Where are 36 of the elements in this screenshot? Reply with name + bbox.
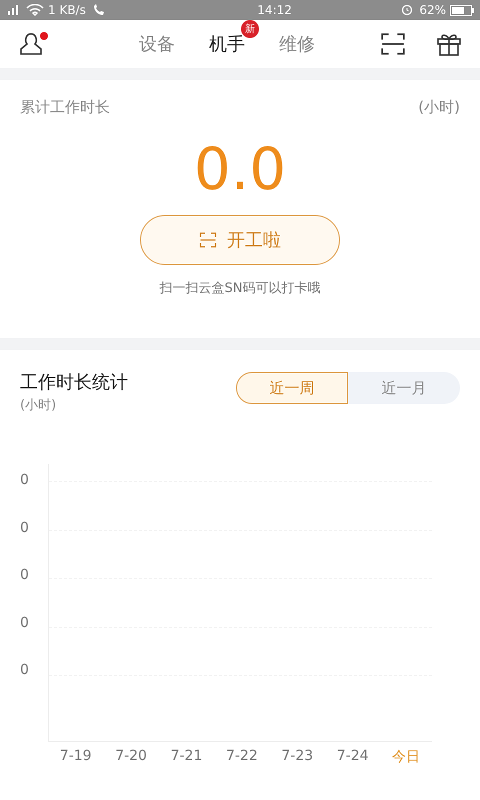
person-icon	[18, 32, 44, 56]
y-axis-label: 0	[20, 520, 30, 538]
y-axis-label: 0	[20, 567, 30, 585]
nav-tab[interactable]: 维修	[279, 32, 315, 56]
x-axis-label: 7-21	[170, 748, 202, 766]
x-axis-label: 7-20	[115, 748, 147, 766]
battery-percent: 62%	[419, 3, 446, 17]
unit-label: (小时)	[20, 397, 58, 414]
total-hours-value: 0.0	[194, 137, 286, 201]
nav-tab[interactable]: 设备	[139, 32, 175, 56]
x-axis-label: 7-19	[60, 748, 92, 766]
card-title: 累计工作时长	[20, 98, 110, 117]
clock-in-button[interactable]: 开工啦	[140, 215, 340, 265]
alarm-icon	[401, 4, 414, 16]
scan-icon	[199, 231, 217, 249]
scan-icon	[380, 31, 406, 57]
x-axis-label: 7-23	[281, 748, 314, 766]
range-tab[interactable]: 近一周	[236, 372, 348, 404]
unit-label: (小时)	[418, 98, 460, 117]
new-badge: 新	[241, 20, 259, 38]
stats-title: 工作时长统计	[20, 371, 128, 394]
y-axis-label: 0	[20, 662, 30, 680]
x-axis-label: 7-24	[336, 748, 369, 766]
range-tab[interactable]: 近一月	[348, 372, 460, 404]
battery-icon	[450, 4, 474, 16]
scan-button[interactable]	[380, 31, 406, 57]
clock-time: 14:12	[257, 3, 292, 17]
x-axis-label: 今日	[392, 748, 420, 766]
hint-text: 扫一扫云盒SN码可以打卡哦	[160, 280, 320, 297]
x-axis-label: 7-22	[226, 748, 258, 766]
y-axis-label: 0	[20, 472, 30, 490]
network-speed: 1 KB/s	[48, 3, 86, 17]
wifi-icon	[26, 4, 44, 16]
y-axis-label: 0	[20, 614, 30, 632]
gift-icon	[436, 32, 462, 56]
gift-button[interactable]	[436, 32, 462, 56]
